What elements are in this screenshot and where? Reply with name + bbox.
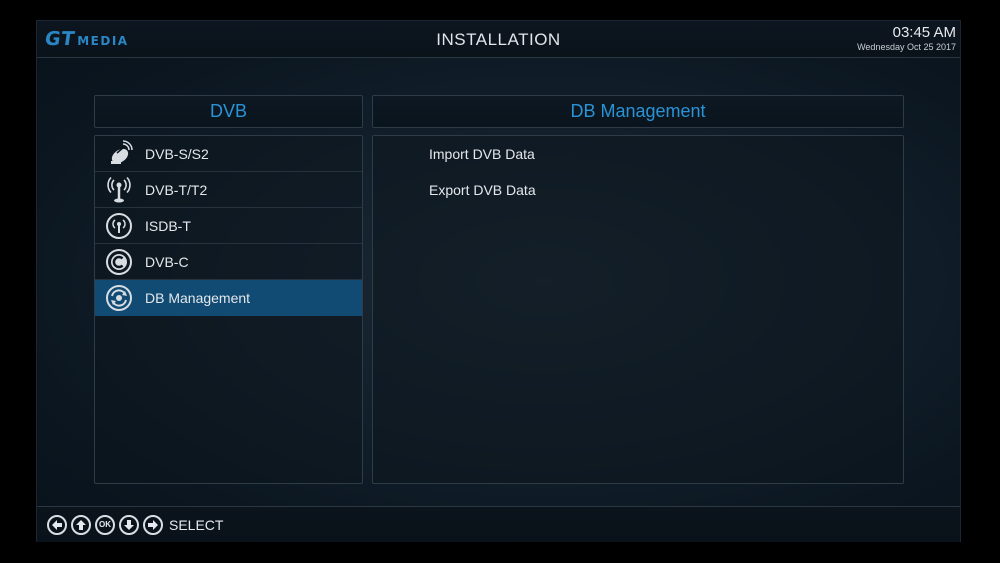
left-panel-title: DVB [209,101,247,121]
database-refresh-icon [105,284,133,312]
clock-time: 03:45 AM [892,24,956,41]
arrow-up-icon [71,514,91,535]
menu-item-label: DVB-S/S2 [145,145,209,162]
bottom-hint-bar: OK SELECT [37,506,960,542]
menu-item-dvb-c[interactable]: DVB-C [95,244,362,280]
cable-icon [105,248,133,276]
top-bar: GT MEDIA INSTALLATION 03:45 AM Wednesday… [37,21,960,58]
menu-item-dvb-s-s2[interactable]: DVB-S/S2 [95,136,362,172]
select-hint-label: SELECT [169,516,224,533]
satellite-dish-icon [105,139,133,168]
menu-item-label: DVB-T/T2 [145,181,208,198]
left-panel-header: DVB [94,95,363,128]
installation-screen: GT MEDIA INSTALLATION 03:45 AM Wednesday… [36,20,961,542]
arrow-down-icon [119,514,139,535]
export-dvb-data-option[interactable]: Export DVB Data [429,182,536,198]
import-dvb-data-option[interactable]: Import DVB Data [429,146,535,162]
right-panel-title: DB Management [570,101,706,121]
dvb-menu: DVB-S/S2 DVB-T/T2 ISDB-T DVB-C DB Manage… [94,135,363,484]
ok-icon: OK [95,514,115,535]
menu-item-label: DB Management [145,289,251,306]
menu-item-db-management[interactable]: DB Management [95,280,362,316]
menu-item-label: ISDB-T [145,217,191,234]
arrow-right-icon [143,514,163,535]
db-management-submenu: Import DVB Data Export DVB Data [372,135,904,484]
antenna-icon [105,176,133,204]
menu-item-dvb-t-t2[interactable]: DVB-T/T2 [95,172,362,208]
clock-date: Wednesday Oct 25 2017 [857,42,956,52]
right-panel-header: DB Management [372,95,904,128]
arrow-left-icon [47,514,67,535]
menu-item-isdb-t[interactable]: ISDB-T [95,208,362,244]
clock: 03:45 AM Wednesday Oct 25 2017 [857,24,956,53]
page-title: INSTALLATION [436,30,561,49]
menu-item-label: DVB-C [145,253,189,270]
broadcast-icon [105,212,133,240]
